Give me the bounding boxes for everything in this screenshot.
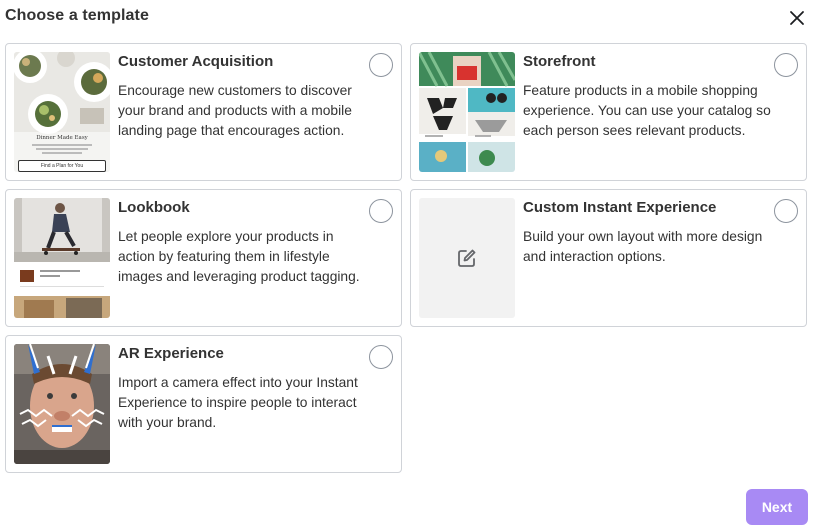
template-description: Let people explore your products in acti… [118, 229, 360, 284]
template-description: Feature products in a mobile shopping ex… [523, 83, 771, 138]
customer-acquisition-thumbnail: Dinner Made Easy Find a Plan for You [14, 52, 110, 172]
template-card-lookbook[interactable]: Lookbook Let people explore your product… [5, 189, 402, 327]
template-radio[interactable] [774, 199, 798, 223]
template-title: Customer Acquisition [118, 53, 274, 70]
storefront-thumbnail [419, 52, 515, 172]
ar-experience-thumbnail [14, 344, 110, 464]
template-card-custom-instant-experience[interactable]: Custom Instant Experience Build your own… [410, 189, 807, 327]
dialog-header: Choose a template [5, 7, 813, 29]
thumbnail-button-label: Find a Plan for You [40, 163, 84, 169]
template-radio[interactable] [369, 199, 393, 223]
lookbook-thumbnail [14, 198, 110, 318]
template-radio[interactable] [369, 345, 393, 369]
template-description: Build your own layout with more design a… [523, 229, 763, 264]
template-description: Encourage new customers to discover your… [118, 83, 352, 138]
template-card-customer-acquisition[interactable]: Dinner Made Easy Find a Plan for You Cus… [5, 43, 402, 181]
next-button[interactable]: Next [746, 489, 808, 525]
close-icon[interactable] [787, 8, 807, 28]
template-title: AR Experience [118, 345, 224, 362]
thumbnail-caption: Dinner Made Easy [36, 135, 88, 141]
template-radio[interactable] [774, 53, 798, 77]
edit-icon [458, 249, 476, 267]
template-title: Storefront [523, 53, 596, 70]
template-radio[interactable] [369, 53, 393, 77]
template-description: Import a camera effect into your Instant… [118, 375, 358, 430]
template-title: Custom Instant Experience [523, 199, 717, 216]
template-card-ar-experience[interactable]: AR Experience Import a camera effect int… [5, 335, 402, 473]
template-title: Lookbook [118, 199, 190, 216]
custom-thumbnail [419, 198, 515, 318]
dialog-title: Choose a template [5, 7, 149, 24]
thumbnail-button: Find a Plan for You [18, 160, 106, 172]
thumbnail-subtext [42, 152, 82, 154]
thumbnail-subtext [36, 148, 88, 150]
thumbnail-subtext [32, 144, 92, 146]
template-card-storefront[interactable]: Storefront Feature products in a mobile … [410, 43, 807, 181]
